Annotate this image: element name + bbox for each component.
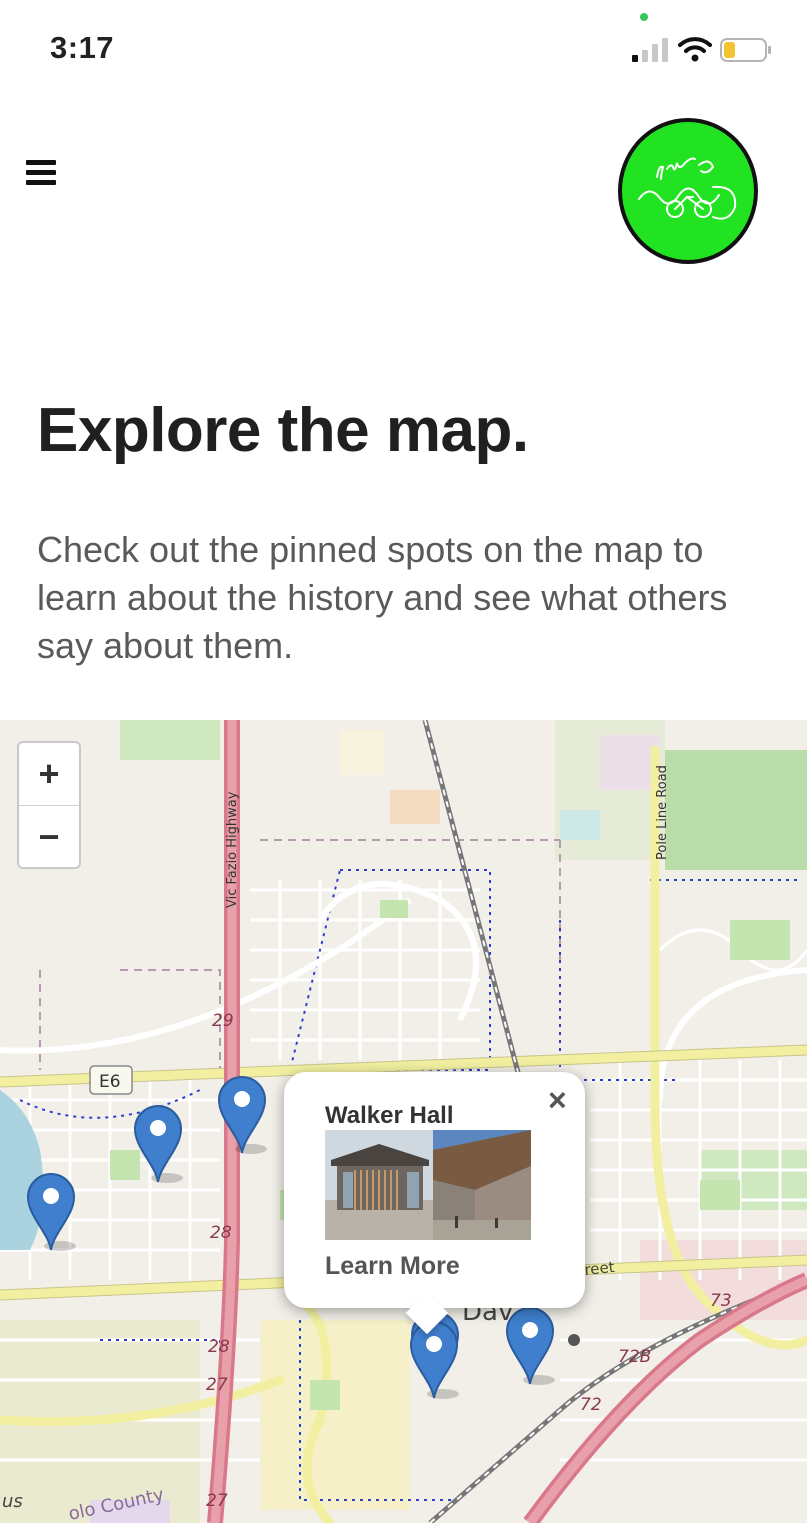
walker-hall-photo[interactable] (325, 1130, 531, 1240)
label-route-72b: 72B (618, 1347, 651, 1367)
status-bar: 3:17 (0, 0, 807, 90)
zoom-out-button[interactable]: − (19, 805, 79, 868)
label-e6: E6 (99, 1072, 121, 1092)
label-route-29: 29 (212, 1011, 234, 1031)
map-marker-pin[interactable] (133, 1104, 183, 1184)
battery-icon (720, 38, 771, 62)
label-route-28-a: 28 (210, 1223, 232, 1243)
camera-indicator-dot (640, 13, 648, 21)
in-the-loop-logo[interactable] (617, 117, 759, 265)
label-route-73: 73 (710, 1291, 732, 1311)
map-popup: Walker Hall × Learn More (284, 1072, 585, 1335)
cellular-signal-icon (632, 38, 668, 62)
hamburger-menu-icon[interactable] (26, 160, 58, 188)
zoom-in-button[interactable]: + (19, 743, 79, 805)
label-street: reet (584, 1258, 616, 1279)
status-time: 3:17 (50, 30, 115, 65)
page-title: Explore the map. (37, 396, 529, 465)
label-route-27-a: 27 (206, 1375, 228, 1395)
label-route-72: 72 (580, 1395, 602, 1415)
map-marker-pin[interactable] (26, 1172, 76, 1252)
popup-title: Walker Hall (325, 1102, 454, 1129)
map-marker-pin[interactable] (505, 1306, 555, 1386)
map-marker-pin[interactable] (409, 1320, 459, 1400)
wifi-icon (678, 37, 712, 62)
map[interactable]: Vic Fazio Highway Pole Line Road E6 29 2… (0, 720, 807, 1523)
label-vic-fazio-highway: Vic Fazio Highway (225, 791, 240, 908)
label-yolo-county: olo County (67, 1484, 166, 1523)
label-route-28-b: 28 (208, 1337, 230, 1357)
popup-close-button[interactable]: × (548, 1082, 567, 1119)
learn-more-link[interactable]: Learn More (325, 1252, 460, 1281)
label-route-27-b: 27 (206, 1491, 228, 1511)
label-pole-line-road: Pole Line Road (655, 765, 670, 860)
label-us: us (2, 1491, 23, 1512)
intro-text: Check out the pinned spots on the map to… (37, 529, 728, 666)
zoom-control: + − (17, 741, 81, 869)
map-marker-pin[interactable] (217, 1075, 267, 1155)
